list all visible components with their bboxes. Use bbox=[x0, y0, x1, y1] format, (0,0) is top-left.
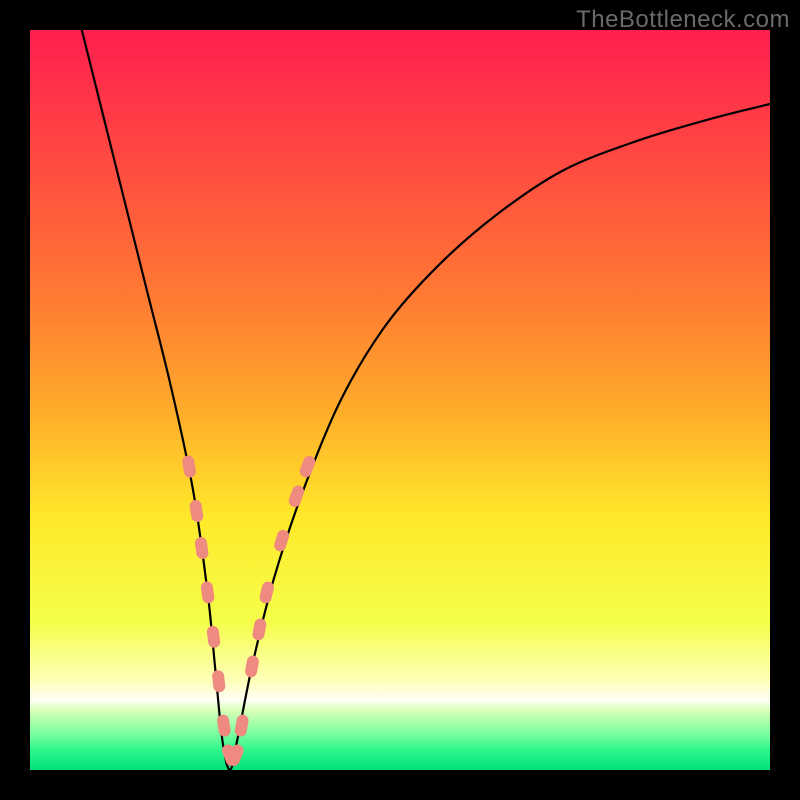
marker-point bbox=[181, 455, 196, 479]
marker-group bbox=[181, 454, 317, 767]
plot-area bbox=[30, 30, 770, 770]
bottleneck-curve bbox=[82, 30, 770, 770]
marker-point bbox=[298, 454, 317, 479]
marker-point bbox=[244, 654, 260, 678]
marker-point bbox=[258, 580, 275, 604]
marker-point bbox=[194, 536, 209, 559]
chart-stage: TheBottleneck.com bbox=[0, 0, 800, 800]
marker-point bbox=[189, 499, 204, 523]
marker-point bbox=[287, 484, 306, 509]
marker-point bbox=[216, 714, 231, 738]
marker-point bbox=[211, 670, 225, 693]
marker-point bbox=[200, 581, 215, 604]
attribution-text: TheBottleneck.com bbox=[576, 6, 790, 34]
marker-point bbox=[251, 617, 267, 641]
curve-layer bbox=[30, 30, 770, 770]
marker-point bbox=[234, 714, 250, 738]
marker-point bbox=[206, 625, 221, 648]
